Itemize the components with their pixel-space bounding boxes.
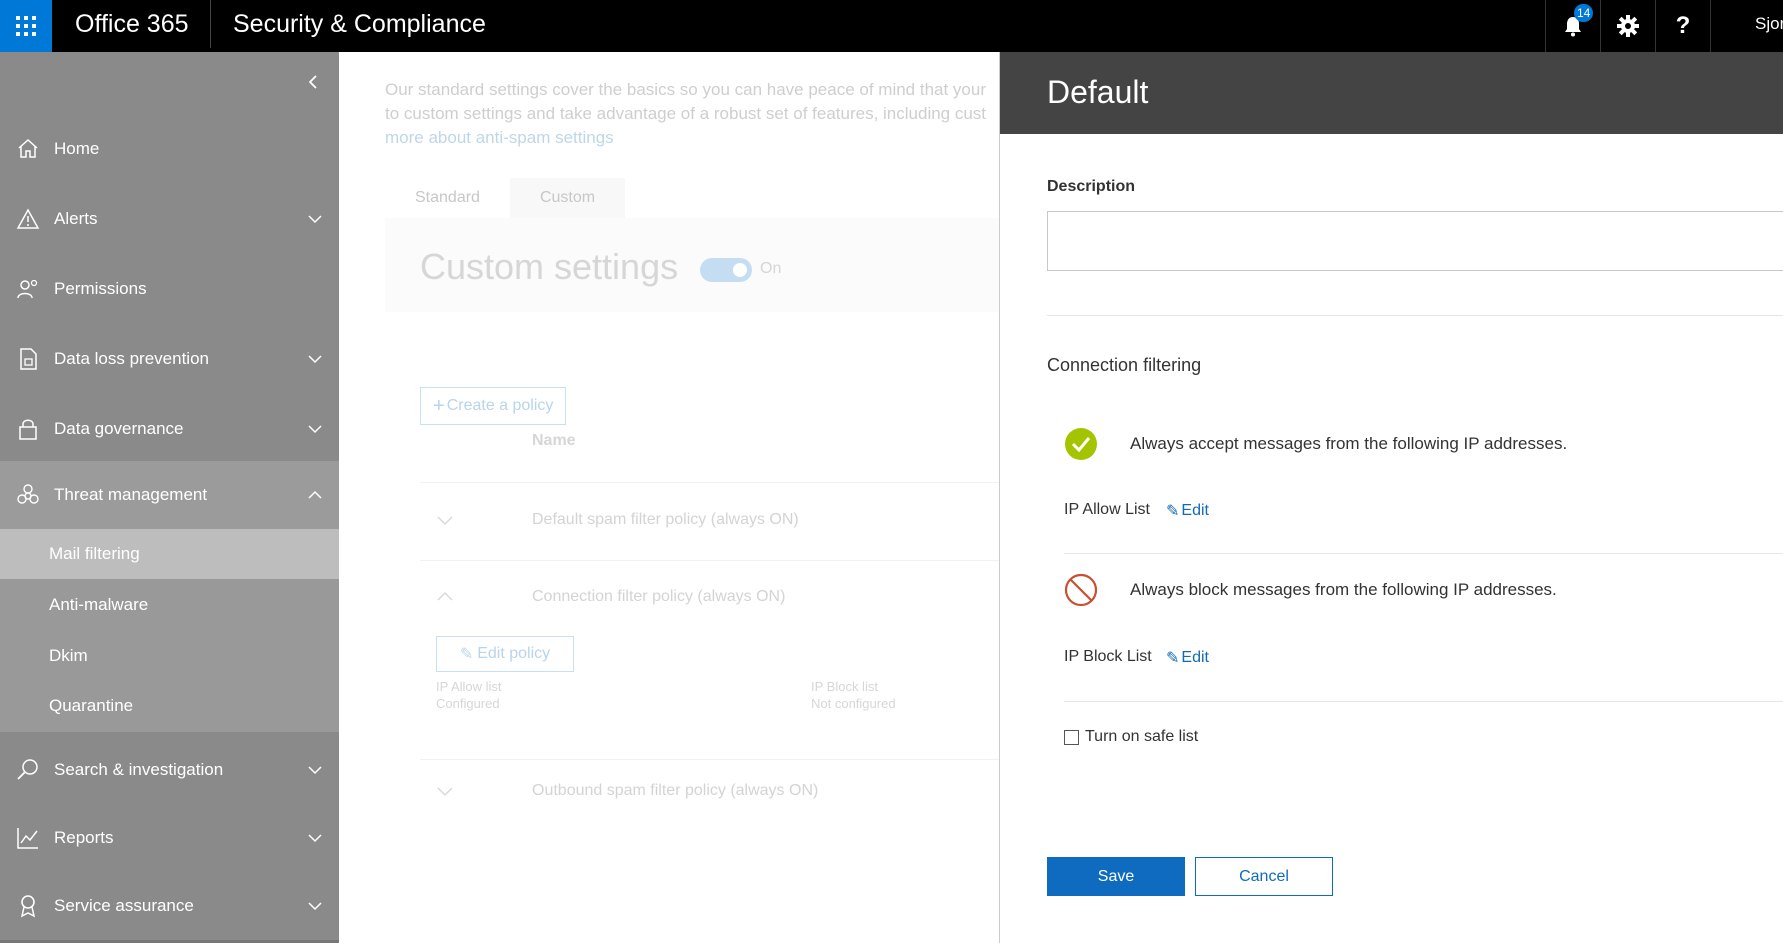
subnav-quarantine[interactable]: Quarantine bbox=[0, 681, 339, 731]
brand-divider bbox=[210, 0, 211, 48]
nav-label: Search & investigation bbox=[54, 760, 224, 779]
nav-service-assurance[interactable]: Service assurance bbox=[0, 876, 339, 936]
alert-icon bbox=[16, 208, 40, 229]
biohazard-icon bbox=[17, 484, 39, 504]
panel-title: Default bbox=[1047, 74, 1149, 110]
save-button[interactable]: Save bbox=[1047, 857, 1185, 896]
chevron-down-icon bbox=[308, 834, 322, 843]
panel-divider bbox=[1047, 315, 1783, 316]
app-title[interactable]: Security & Compliance bbox=[233, 10, 486, 39]
chevron-down-icon bbox=[308, 425, 322, 434]
panel-header: Default bbox=[1000, 52, 1783, 134]
chevron-left-icon bbox=[308, 75, 317, 89]
policy-edit-panel: Default Description Connection filtering… bbox=[999, 52, 1783, 943]
nav-data-loss-prevention[interactable]: Data loss prevention bbox=[0, 329, 339, 389]
cancel-button[interactable]: Cancel bbox=[1195, 857, 1333, 896]
chevron-up-icon bbox=[308, 490, 322, 499]
top-bar: Office 365 Security & Compliance 14 ? Sj… bbox=[0, 0, 1783, 52]
nav-label: Permissions bbox=[54, 279, 147, 298]
description-label: Description bbox=[1047, 178, 1136, 195]
chevron-down-icon bbox=[308, 766, 322, 775]
search-icon bbox=[17, 759, 38, 780]
pencil-icon: ✎ bbox=[1166, 650, 1180, 667]
nav-label: Alerts bbox=[54, 209, 98, 228]
chevron-down-icon bbox=[308, 215, 322, 224]
allow-rule-text: Always accept messages from the followin… bbox=[1130, 434, 1568, 453]
data-loss-icon bbox=[20, 348, 37, 370]
edit-label: Edit bbox=[1181, 649, 1209, 666]
edit-ip-block-list-link[interactable]: ✎ Edit bbox=[1166, 648, 1209, 668]
nav-label: Threat management bbox=[54, 485, 208, 504]
nav-permissions[interactable]: Permissions bbox=[0, 259, 339, 319]
block-icon bbox=[1064, 573, 1098, 607]
safe-list-checkbox[interactable] bbox=[1064, 729, 1079, 745]
app-launcher-button[interactable] bbox=[0, 0, 52, 52]
ip-block-list-label: IP Block List bbox=[1064, 648, 1152, 665]
sidebar: Home Alerts Permissions Data loss preven… bbox=[0, 52, 339, 943]
nav-data-governance[interactable]: Data governance bbox=[0, 399, 339, 459]
ribbon-icon bbox=[20, 895, 36, 918]
subnav-mail-filtering[interactable]: Mail filtering bbox=[0, 529, 339, 579]
waffle-icon bbox=[16, 16, 36, 36]
nav-home[interactable]: Home bbox=[0, 119, 339, 179]
safe-list-option[interactable]: Turn on safe list bbox=[1064, 728, 1198, 746]
nav-search-investigation[interactable]: Search & investigation bbox=[0, 740, 339, 800]
subnav-anti-malware[interactable]: Anti-malware bbox=[0, 580, 339, 630]
home-icon bbox=[18, 138, 38, 158]
description-input[interactable] bbox=[1047, 211, 1783, 271]
nav-label: Service assurance bbox=[54, 896, 194, 915]
nav-label: Data loss prevention bbox=[54, 349, 209, 368]
user-name: Sjor bbox=[1755, 14, 1783, 33]
edit-ip-allow-list-link[interactable]: ✎ Edit bbox=[1166, 501, 1209, 521]
nav-threat-management[interactable]: Threat management bbox=[0, 461, 339, 529]
block-rule-text: Always block messages from the following… bbox=[1130, 580, 1557, 599]
help-icon: ? bbox=[1675, 12, 1691, 39]
settings-button[interactable] bbox=[1600, 0, 1655, 52]
lock-icon bbox=[19, 419, 37, 440]
notification-badge: 14 bbox=[1574, 4, 1594, 22]
chevron-down-icon bbox=[308, 902, 322, 911]
connection-filtering-title: Connection filtering bbox=[1047, 355, 1202, 375]
panel-divider bbox=[1064, 553, 1783, 554]
chart-icon bbox=[17, 828, 38, 849]
ip-allow-list-label: IP Allow List bbox=[1064, 501, 1150, 518]
pencil-icon: ✎ bbox=[1166, 503, 1180, 520]
permissions-icon bbox=[17, 279, 38, 299]
modal-backdrop bbox=[339, 52, 999, 943]
nav-label: Home bbox=[54, 139, 100, 158]
brand-title[interactable]: Office 365 bbox=[75, 10, 189, 39]
help-button[interactable]: ? bbox=[1655, 0, 1710, 52]
notifications-button[interactable]: 14 bbox=[1545, 0, 1600, 52]
checkmark-circle-icon bbox=[1065, 428, 1097, 460]
gear-icon bbox=[1617, 15, 1639, 37]
nav-label: Reports bbox=[54, 828, 114, 847]
edit-label: Edit bbox=[1181, 502, 1209, 519]
collapse-sidebar-button[interactable] bbox=[307, 74, 319, 95]
nav-alerts[interactable]: Alerts bbox=[0, 189, 339, 249]
chevron-down-icon bbox=[308, 355, 322, 364]
nav-label: Data governance bbox=[54, 419, 184, 438]
subnav-dkim[interactable]: Dkim bbox=[0, 631, 339, 681]
nav-reports[interactable]: Reports bbox=[0, 808, 339, 868]
threat-management-submenu: Mail filtering Anti-malware Dkim Quarant… bbox=[0, 529, 339, 732]
panel-divider bbox=[1064, 701, 1783, 702]
safe-list-label: Turn on safe list bbox=[1085, 728, 1199, 745]
